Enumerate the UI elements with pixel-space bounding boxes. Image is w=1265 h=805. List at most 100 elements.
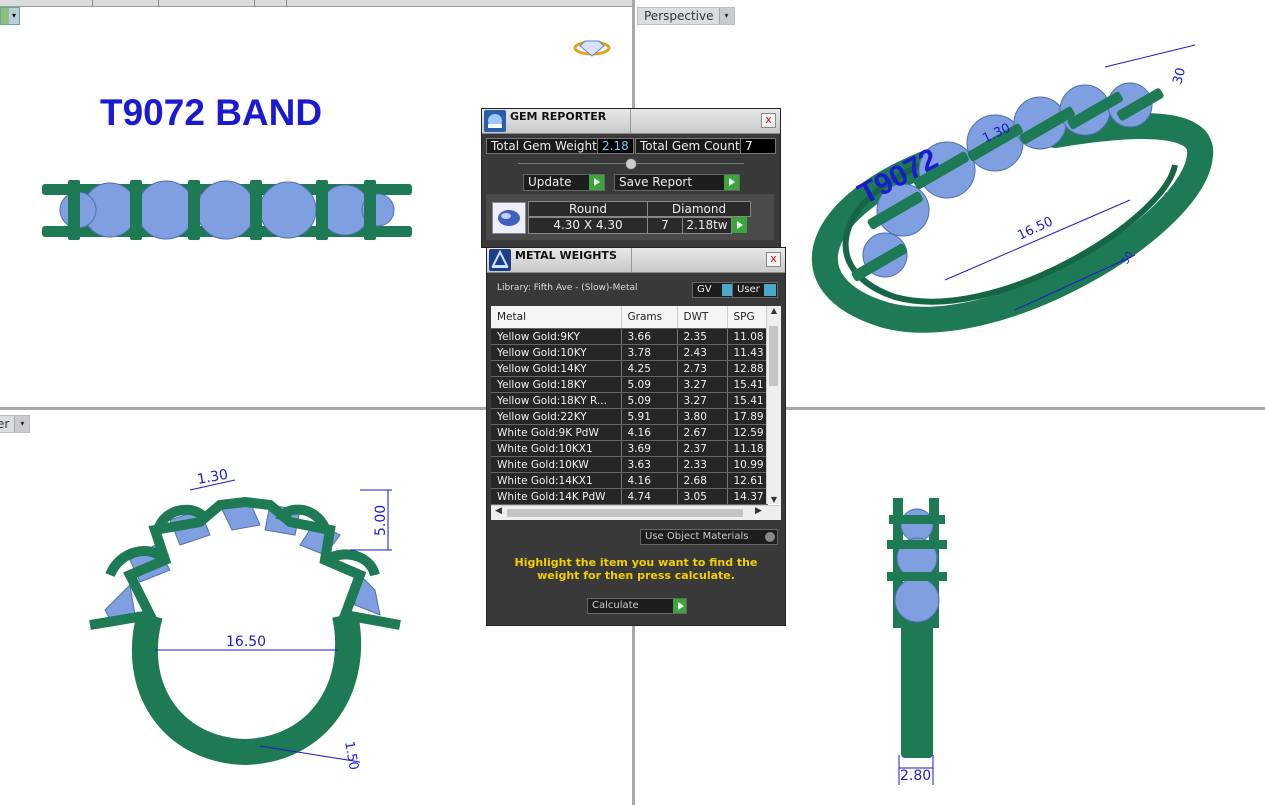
table-cell: 3.27 xyxy=(677,376,728,393)
gem-material-header: Diamond xyxy=(647,201,751,217)
column-header[interactable]: Metal xyxy=(491,306,622,329)
update-button[interactable]: Update xyxy=(523,174,605,191)
vertical-scrollbar[interactable]: ▲ ▼ xyxy=(766,306,781,504)
gem-list: Round Diamond 4.30 X 4.30 7 2.18tw xyxy=(486,194,774,240)
round-gem-icon[interactable] xyxy=(492,202,526,234)
metal-weights-logo-icon xyxy=(489,249,511,271)
close-icon[interactable]: x xyxy=(766,252,781,267)
gem-reporter-title: GEM REPORTER xyxy=(510,110,607,123)
column-header[interactable]: Grams xyxy=(621,306,678,329)
table-cell: 3.66 xyxy=(621,328,678,345)
column-header[interactable]: SPG xyxy=(727,306,768,329)
table-cell: 4.16 xyxy=(621,424,678,441)
gem-shape-header: Round xyxy=(528,201,648,217)
table-cell: 3.78 xyxy=(621,344,678,361)
gv-label: GV xyxy=(697,284,712,295)
dimension-label: 1.50 xyxy=(341,740,361,771)
table-cell: White Gold:14K PdW xyxy=(491,488,622,505)
ring-thumbnail-icon[interactable] xyxy=(573,40,611,57)
play-icon xyxy=(724,175,739,190)
use-object-materials-toggle[interactable]: Use Object Materials xyxy=(640,529,778,545)
table-cell: Yellow Gold:22KY xyxy=(491,408,622,425)
user-toggle[interactable]: User xyxy=(732,282,778,298)
gem-count-cell[interactable]: 7 xyxy=(647,217,683,234)
scroll-left-icon[interactable]: ◀ xyxy=(495,506,502,516)
band-perspective-view: T9072 xyxy=(811,82,1214,333)
scroll-right-icon[interactable]: ▶ xyxy=(755,506,762,516)
table-cell: Yellow Gold:9KY xyxy=(491,328,622,345)
dimension-label: 16.50 xyxy=(1015,214,1055,243)
table-cell: 2.68 xyxy=(677,472,728,489)
table-row[interactable]: White Gold:14KX1 4.16 2.68 12.61 xyxy=(491,472,768,489)
close-icon[interactable]: x xyxy=(761,113,776,128)
table-row[interactable]: Yellow Gold:10KY 3.78 2.43 11.43 xyxy=(491,344,768,361)
table-row[interactable]: White Gold:10KW 3.63 2.33 10.99 xyxy=(491,456,768,473)
table-cell: White Gold:9K PdW xyxy=(491,424,622,441)
scroll-thumb[interactable] xyxy=(769,326,778,386)
metal-weights-table-frame: Metal Grams DWT SPG Yellow Gold:9KY 3.66 2.35 1… xyxy=(491,306,781,520)
scroll-thumb[interactable] xyxy=(507,509,743,517)
gem-row-action-button[interactable] xyxy=(732,217,747,233)
table-row[interactable]: Yellow Gold:22KY 5.91 3.80 17.89 xyxy=(491,408,768,425)
table-cell: 15.41 xyxy=(727,376,768,393)
play-icon xyxy=(737,221,743,229)
viewport-tab-strip xyxy=(0,0,632,7)
gem-size-cell[interactable]: 4.30 X 4.30 xyxy=(528,217,648,234)
table-row[interactable]: Yellow Gold:18KY R... 5.09 3.27 15.41 xyxy=(491,392,768,409)
table-cell: White Gold:10KX1 xyxy=(491,440,622,457)
table-cell: 11.43 xyxy=(727,344,768,361)
horizontal-scrollbar[interactable]: ◀ ▶ xyxy=(491,505,781,520)
table-row[interactable]: Yellow Gold:9KY 3.66 2.35 11.08 xyxy=(491,328,768,345)
column-header[interactable]: DWT xyxy=(677,306,728,329)
gem-reporter-logo-icon xyxy=(484,110,506,132)
table-cell: 3.63 xyxy=(621,456,678,473)
table-cell: 5.09 xyxy=(621,376,678,393)
calculate-button[interactable]: Calculate xyxy=(587,598,687,614)
table-cell: Yellow Gold:14KY xyxy=(491,360,622,377)
total-gem-weight-value: 2.18 xyxy=(597,138,634,154)
table-cell: 2.67 xyxy=(677,424,728,441)
metal-weights-titlebar[interactable]: METAL WEIGHTS x xyxy=(487,248,785,273)
calculate-label: Calculate xyxy=(592,600,639,611)
table-row[interactable]: White Gold:14K PdW 4.74 3.05 14.37 xyxy=(491,488,768,505)
total-gem-count-label: Total Gem Count xyxy=(635,138,745,154)
library-label: Library: Fifth Ave - (Slow)-Metal xyxy=(497,283,638,293)
table-row[interactable]: Yellow Gold:14KY 4.25 2.73 12.88 xyxy=(491,360,768,377)
splitter-handle[interactable] xyxy=(625,158,637,170)
band-front-view xyxy=(89,496,401,766)
table-cell: 2.33 xyxy=(677,456,728,473)
perspective-view-menu[interactable]: Perspective ▾ xyxy=(637,7,735,25)
table-row[interactable]: Yellow Gold:18KY 5.09 3.27 15.41 xyxy=(491,376,768,393)
play-icon xyxy=(589,175,604,190)
table-cell: 12.61 xyxy=(727,472,768,489)
gem-reporter-panel: GEM REPORTER x Total Gem Weight 2.18 Tot… xyxy=(481,108,781,248)
hint-text: Highlight the item you want to find the … xyxy=(514,556,758,582)
band-side-view xyxy=(887,498,947,758)
metal-weights-table: Metal Grams DWT SPG Yellow Gold:9KY 3.66 2.35 1… xyxy=(491,306,768,505)
table-cell: White Gold:10KW xyxy=(491,456,622,473)
table-cell: 2.43 xyxy=(677,344,728,361)
scroll-up-icon[interactable]: ▲ xyxy=(767,306,781,315)
total-gem-count-value: 7 xyxy=(740,138,776,154)
gem-reporter-titlebar[interactable]: GEM REPORTER x xyxy=(482,109,780,134)
table-cell: 15.41 xyxy=(727,392,768,409)
table-row[interactable]: White Gold:10KX1 3.69 2.37 11.18 xyxy=(491,440,768,457)
play-icon xyxy=(673,599,686,613)
save-report-button[interactable]: Save Report xyxy=(614,174,740,191)
table-header-row: Metal Grams DWT SPG xyxy=(491,306,768,329)
table-cell: 2.37 xyxy=(677,440,728,457)
table-cell: 12.59 xyxy=(727,424,768,441)
band-top-view xyxy=(42,180,412,240)
table-cell: Yellow Gold:18KY xyxy=(491,376,622,393)
table-cell: 2.73 xyxy=(677,360,728,377)
gv-toggle[interactable]: GV xyxy=(692,282,736,298)
table-cell: 12.88 xyxy=(727,360,768,377)
band-title-text: T9072 BAND xyxy=(100,92,322,133)
scroll-down-icon[interactable]: ▼ xyxy=(767,495,781,504)
table-cell: Yellow Gold:18KY R... xyxy=(491,392,622,409)
update-label: Update xyxy=(528,175,572,189)
gem-weight-cell[interactable]: 2.18tw xyxy=(682,217,732,234)
table-row[interactable]: White Gold:9K PdW 4.16 2.67 12.59 xyxy=(491,424,768,441)
table-cell: 14.37 xyxy=(727,488,768,505)
table-cell: White Gold:14KX1 xyxy=(491,472,622,489)
